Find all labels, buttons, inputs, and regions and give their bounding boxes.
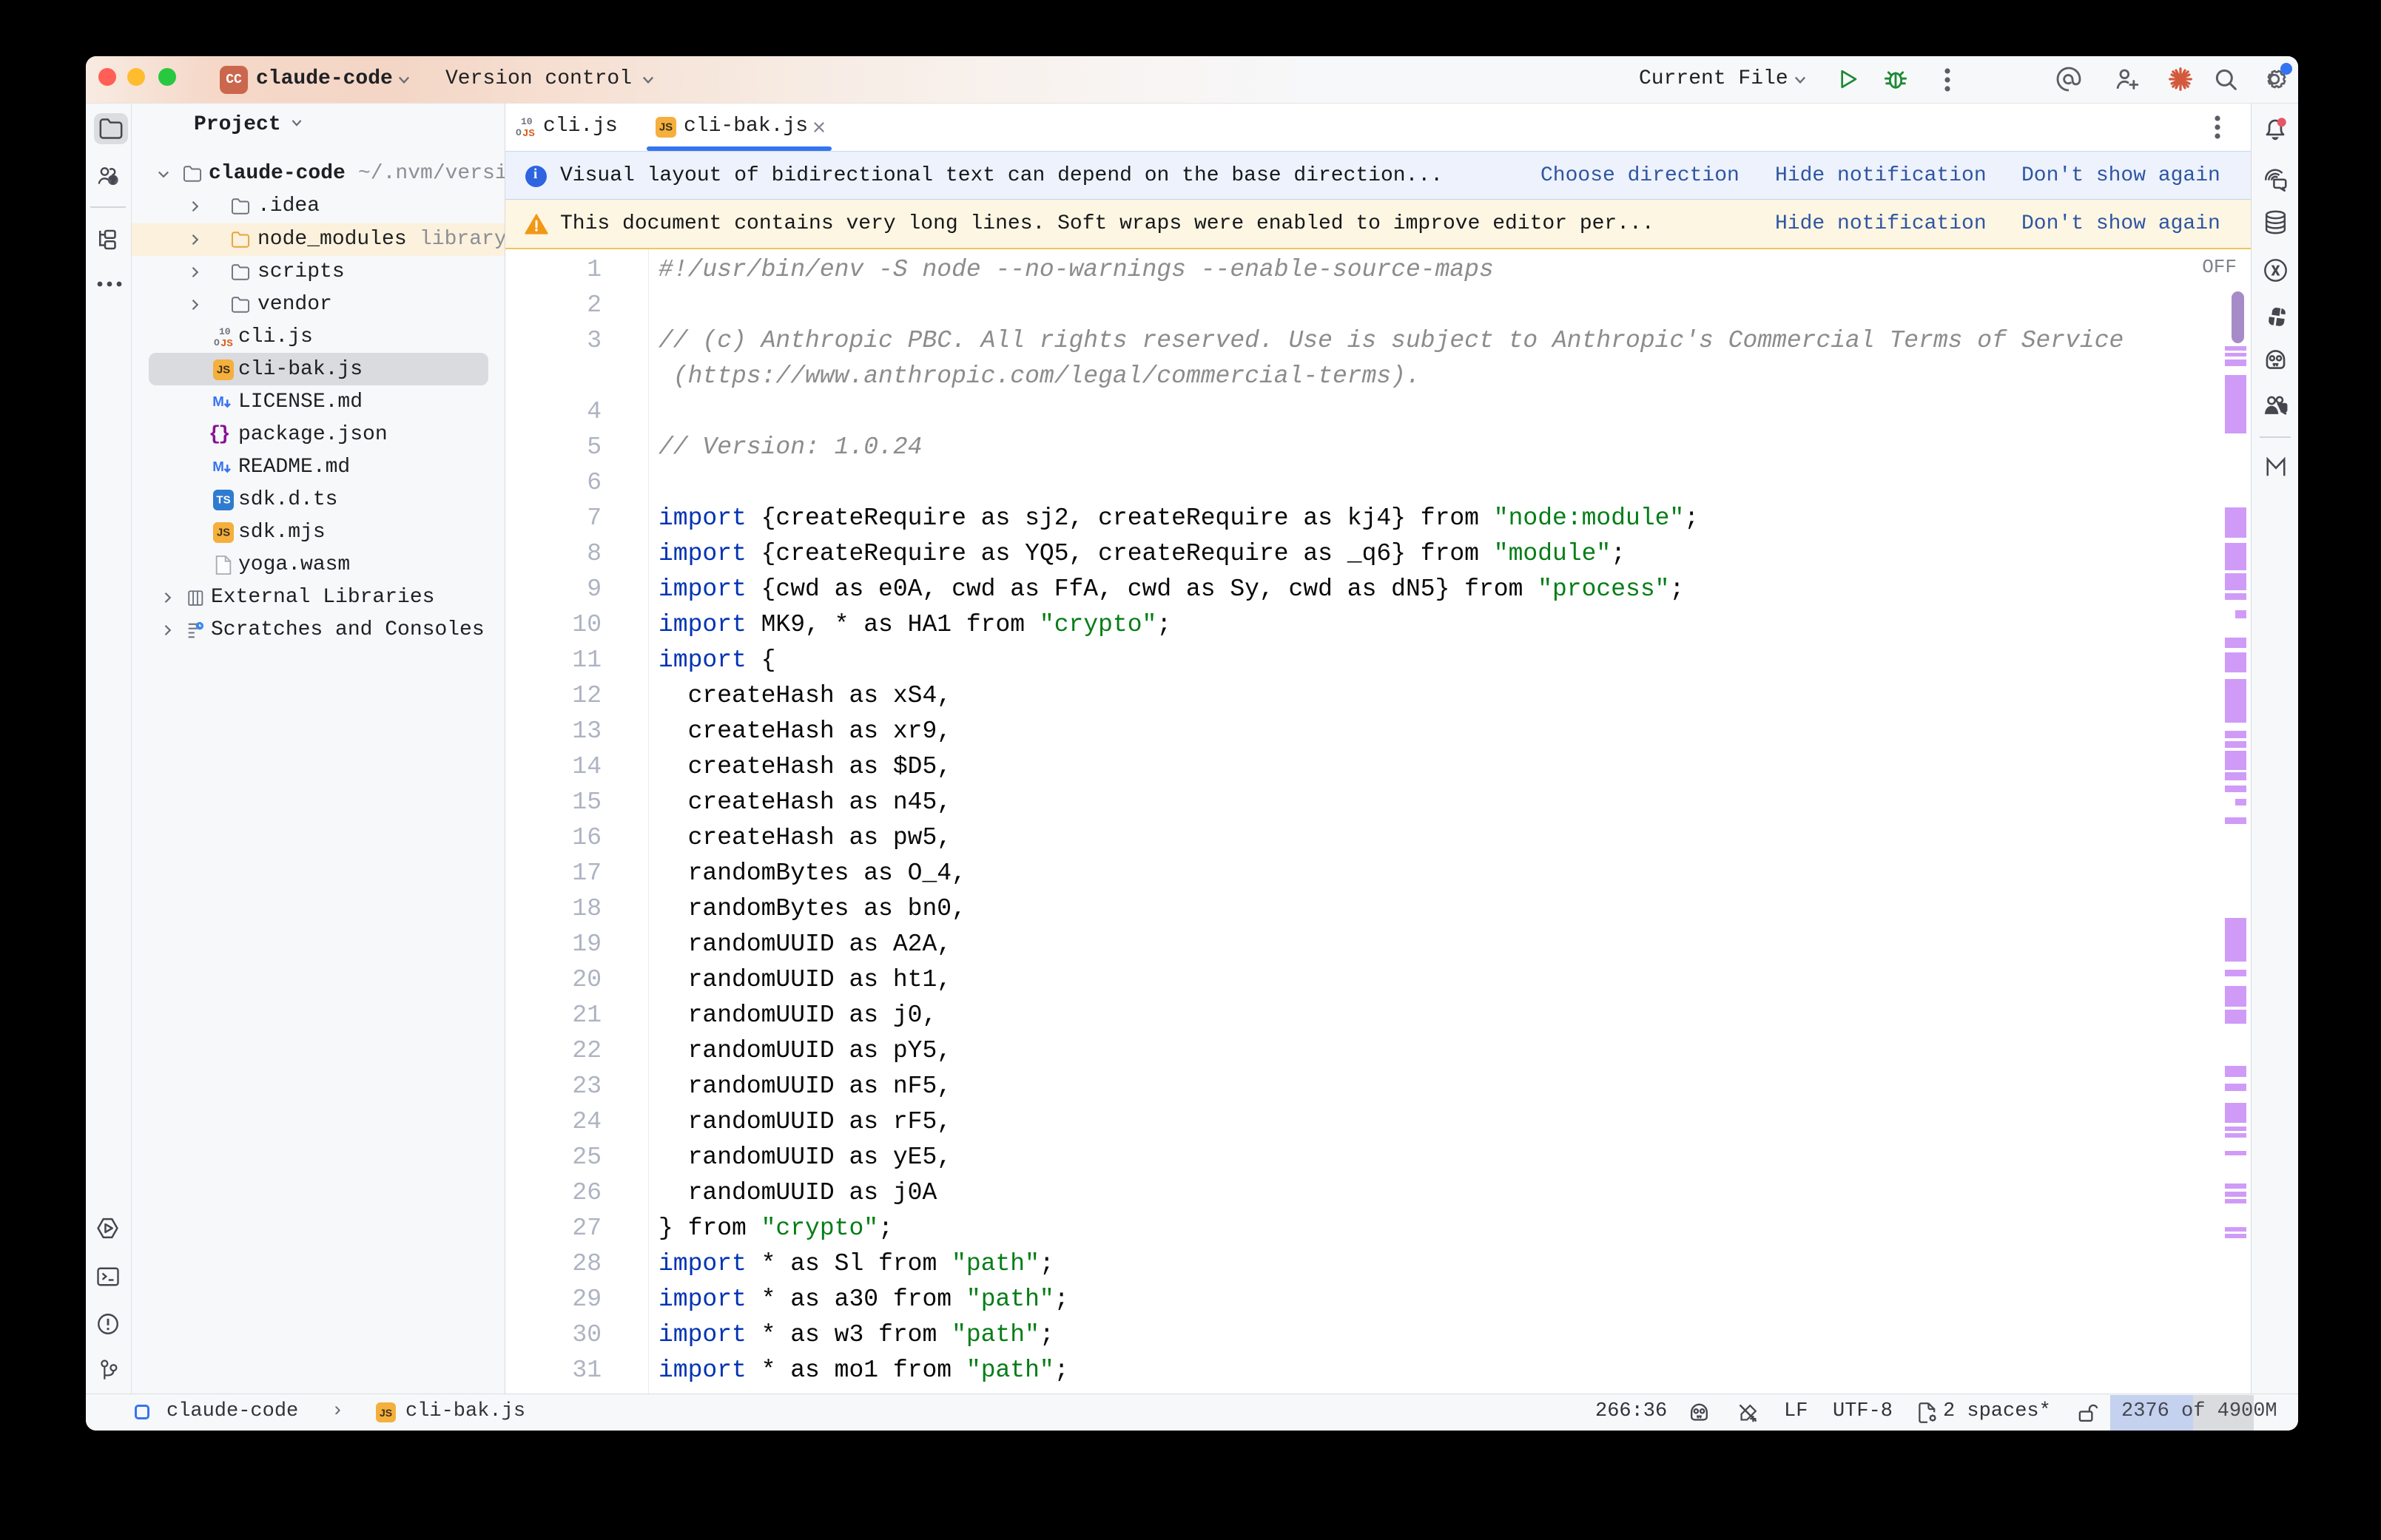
svg-text:M: M (212, 459, 224, 474)
svg-text:O: O (214, 337, 220, 348)
svg-text:JS: JS (522, 128, 535, 139)
svg-text:M: M (212, 394, 224, 409)
svg-text:10: 10 (219, 326, 231, 337)
svg-text:O: O (516, 127, 522, 138)
svg-text:?: ? (110, 175, 116, 186)
svg-text:10: 10 (521, 116, 533, 127)
svg-text:JS: JS (220, 338, 233, 349)
